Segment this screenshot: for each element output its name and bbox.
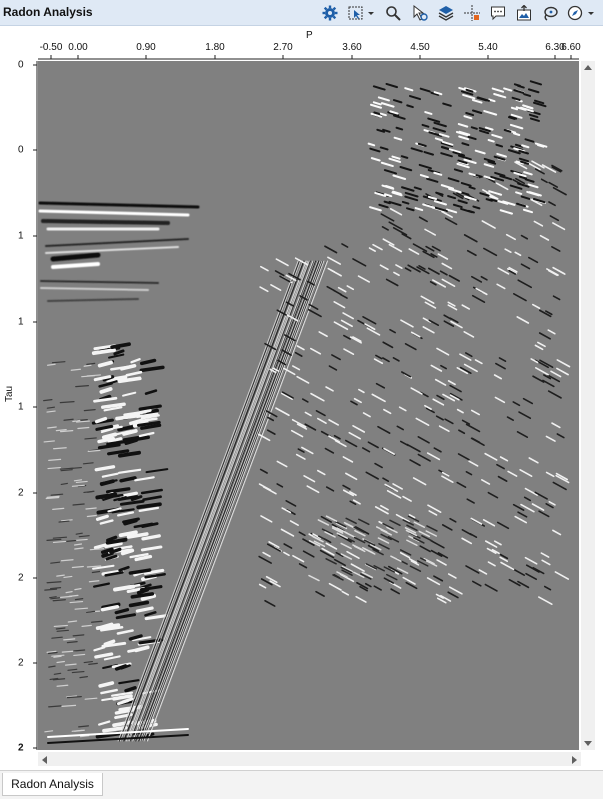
vertical-scrollbar[interactable] (581, 61, 595, 750)
horizontal-scrollbar[interactable] (38, 752, 581, 766)
radon-seismic-image[interactable]: (function(){ var svg = document.currentS… (38, 61, 579, 750)
seismic-texture: (function(){ var svg = document.currentS… (38, 61, 579, 750)
tab-radon-analysis[interactable]: Radon Analysis (2, 773, 103, 796)
tab-bar: Radon Analysis (0, 770, 603, 799)
